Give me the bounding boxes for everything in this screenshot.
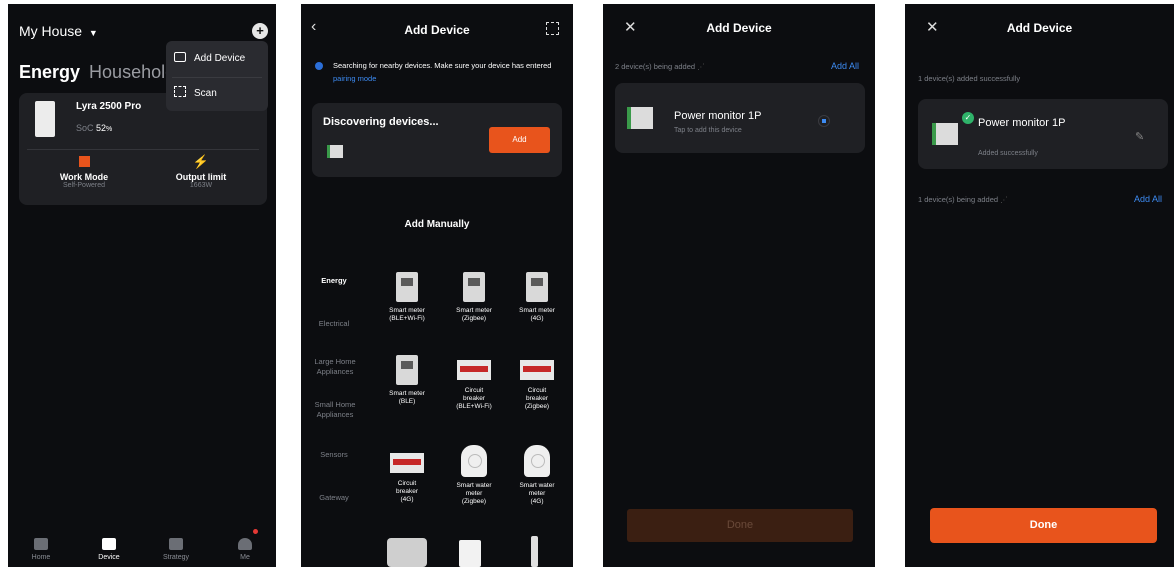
add-device-menu: Add Device Scan [166,41,268,111]
device-tile[interactable]: Circuit breaker (BLE+Wi-Fi) [446,360,502,411]
scan-icon[interactable] [546,22,559,35]
add-device-discovery-screen: ‹ Add Device Searching for nearby device… [301,4,573,567]
water-meter-image [461,445,487,477]
add-all-link[interactable]: Add All [831,61,859,71]
device-tile[interactable]: Smart meter (BLE) [379,355,435,406]
house-title: My House [19,23,83,39]
smart-meter-image [526,272,548,302]
tab-household[interactable]: Household [89,62,175,82]
page-title: Add Device [706,21,772,35]
category-energy[interactable]: Energy [301,276,367,285]
device-icon [102,538,116,550]
device-name: Lyra 2500 Pro [76,101,142,112]
work-mode-label: Work Mode [59,172,109,182]
scan-icon [174,86,186,97]
category-small-appliances[interactable]: Small Home Appliances [313,400,357,420]
circuit-breaker-image [520,360,554,380]
water-meter-image [524,445,550,477]
notification-dot [253,529,258,534]
category-electrical[interactable]: Electrical [301,319,367,328]
check-icon: ✓ [962,112,974,124]
device-subtitle: Tap to add this device [674,127,742,134]
loading-icon: ⋰ [1000,195,1008,204]
device-icon [174,52,186,62]
tab-bar: Energy Household [19,62,175,83]
device-tile[interactable]: Circuit breaker (Zigbee) [509,360,565,411]
device-name: Power monitor 1P [674,110,762,122]
added-success-header: 1 device(s) added successfully [918,74,1021,83]
nav-device[interactable]: Device [84,538,134,561]
nav-strategy[interactable]: Strategy [151,538,201,561]
device-tile[interactable]: Smart water meter (Zigbee) [446,445,502,506]
added-device-row[interactable]: ✓ Power monitor 1P Added successfully ✎ [918,99,1168,169]
loading-spinner-icon [818,115,830,127]
device-tile[interactable]: Smart meter (4G) [509,272,565,323]
loading-icon: ⋰ [697,62,705,71]
tab-energy[interactable]: Energy [19,62,80,82]
being-added-label: 2 device(s) being added ⋰ [615,62,705,71]
device-tile[interactable]: Smart meter (Zigbee) [446,272,502,323]
gateway-image[interactable] [387,538,427,567]
device-tile[interactable]: Smart water meter (4G) [509,445,565,506]
battery-image [35,101,55,137]
device-home-screen: My House ▼ + Energy Household Lyra 2500 … [8,4,276,567]
output-limit-label: Output limit [175,172,227,182]
smart-meter-image [463,272,485,302]
menu-add-device[interactable]: Add Device [174,52,245,64]
add-device-success-screen: ✕ Add Device 1 device(s) added successfu… [905,4,1174,567]
being-added-label: 1 device(s) being added ⋰ [918,195,1008,204]
output-limit-block[interactable]: ⚡ Output limit 1663W [151,154,251,189]
output-limit-value: 1663W [189,182,213,189]
grid-icon [78,156,90,167]
soc-readout: SoC 52% [76,123,113,133]
nav-home[interactable]: Home [16,538,66,561]
page-title: Add Device [1006,21,1073,35]
divider [27,149,259,150]
device-name: Power monitor 1P [978,117,1066,129]
done-button[interactable]: Done [627,509,853,542]
menu-scan[interactable]: Scan [174,86,217,99]
work-mode-block[interactable]: Work Mode Self-Powered [34,156,134,189]
device-tile[interactable]: Smart meter (BLE+Wi-Fi) [379,272,435,323]
add-device-pending-screen: ✕ Add Device 2 device(s) being added ⋰ A… [603,4,875,567]
smart-meter-image [396,355,418,385]
power-monitor-image [932,123,958,145]
power-monitor-image [627,107,653,129]
device-row[interactable]: Power monitor 1P Tap to add this device [615,83,865,153]
done-button[interactable]: Done [930,508,1157,543]
device-image[interactable] [459,540,481,567]
edit-icon[interactable]: ✎ [1135,130,1144,143]
circuit-breaker-image [457,360,491,380]
smart-meter-image [396,272,418,302]
lightning-icon: ⚡ [192,154,210,169]
nav-me[interactable]: Me [220,538,270,561]
category-large-appliances[interactable]: Large Home Appliances [313,357,357,377]
work-mode-value: Self-Powered [62,182,106,189]
device-tile[interactable]: Circuit breaker (4G) [379,453,435,504]
house-selector[interactable]: My House ▼ [19,23,98,39]
circuit-breaker-image [390,453,424,473]
user-icon [238,538,252,550]
category-sensors[interactable]: Sensors [301,450,367,459]
category-gateway[interactable]: Gateway [301,493,367,502]
device-status: Added successfully [978,150,1038,157]
plus-icon[interactable]: + [252,23,268,39]
sensor-image[interactable] [531,536,538,567]
chevron-down-icon: ▼ [88,28,98,38]
bottom-nav: Home Device Strategy Me [8,527,276,567]
lightning-icon [169,538,183,550]
add-button[interactable]: Add [489,127,550,153]
add-all-link[interactable]: Add All [1134,194,1162,204]
category-list: Energy Electrical Large Home Appliances … [301,4,371,567]
home-icon [34,538,48,550]
